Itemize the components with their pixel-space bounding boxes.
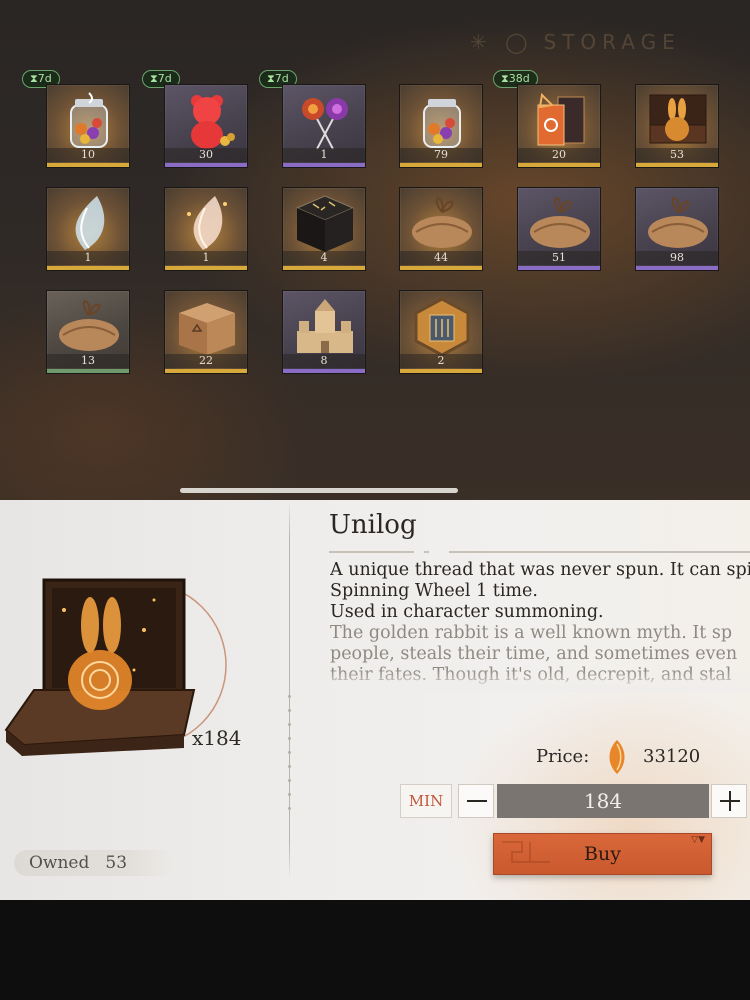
parcel-icon [648,196,708,248]
gummy-bear-icon [191,95,235,149]
rarity-bar [165,369,247,373]
rarity-bar [636,163,718,167]
item-quantity: 4 [283,251,365,265]
storage-slot-sand-castle[interactable]: 8 [282,290,366,374]
music-book-icon [537,92,585,146]
maze-pattern-icon [502,841,550,863]
candy-jar-icon [423,99,461,148]
title-rule [329,551,750,553]
description-line: Spinning Wheel 1 time. [330,581,538,601]
owned-indicator: Owned 53 [14,850,174,876]
scroll-dots [286,695,292,821]
rarity-bar [165,163,247,167]
divider [289,500,290,880]
rabbit-box-icon [649,94,707,144]
buy-button[interactable]: Buy ▽▼ [493,833,712,875]
storage-slot-parcel[interactable]: 13 [46,290,130,374]
hourglass-icon: ⧗ [150,72,158,85]
storage-slot-gummy-bear[interactable]: 30 [164,84,248,168]
buy-label: Buy [584,843,621,865]
rarity-bar [47,266,129,270]
storage-slot-parcel[interactable]: 44 [399,187,483,271]
silver-thread-icon [75,196,105,250]
description-line: A unique thread that was never spun. It … [330,560,750,580]
bottom-bar [0,900,750,1000]
storage-slot-silver-thread[interactable]: 1 [46,187,130,271]
parcel-icon [412,196,472,248]
item-quantity: 30 [165,148,247,162]
item-quantity: 2 [400,354,482,368]
rarity-bar [400,369,482,373]
parcel-icon [530,196,590,248]
owned-label: Owned [29,853,90,873]
golden-thread-icon [187,196,227,250]
rarity-bar [400,266,482,270]
item-quantity: 79 [400,148,482,162]
hourglass-icon: ⧗ [30,72,38,85]
item-name: Unilog [329,510,417,540]
storage-slot-golden-thread[interactable]: 1 [164,187,248,271]
rarity-bar [165,266,247,270]
min-quantity-button[interactable]: MIN [400,784,452,818]
rarity-bar [47,163,129,167]
minus-icon[interactable] [458,784,494,818]
hourglass-icon: ⧗ [501,72,509,85]
storage-panel: ✳ ◯ STORAGE ⧗7d ⧗7d ⧗7d ⧗38d 10 30 1 79 … [0,0,750,500]
amber-gem-icon [609,740,625,774]
storage-slot-hex-emblem[interactable]: 2 [399,290,483,374]
storage-slot-candy-jar[interactable]: 10 [46,84,130,168]
item-quantity: 10 [47,148,129,162]
rune-chest-icon [295,195,355,252]
quantity-field[interactable]: 184 [497,784,709,818]
storage-slot-lollipops[interactable]: 1 [282,84,366,168]
item-quantity: 1 [47,251,129,265]
lore-line: people, steals their time, and sometimes… [330,644,738,664]
rarity-bar [636,266,718,270]
item-quantity: 1 [283,148,365,162]
rarity-bar [283,163,365,167]
home-indicator[interactable] [180,488,458,493]
wooden-crate-icon [179,303,235,355]
storage-slot-candy-jar[interactable]: 79 [399,84,483,168]
item-quantity: 44 [400,251,482,265]
storage-slot-rabbit-box[interactable]: 53 [635,84,719,168]
item-quantity: 98 [636,251,718,265]
candy-jar-icon [70,92,108,148]
storage-slot-parcel[interactable]: 51 [517,187,601,271]
item-quantity: 53 [636,148,718,162]
storage-title: ✳ ◯ STORAGE [470,30,681,54]
price-label: Price: [536,746,590,767]
plus-icon[interactable] [711,784,747,818]
item-quantity: 1 [165,251,247,265]
item-quantity: 51 [518,251,600,265]
description-line: Used in character summoning. [330,602,604,622]
rarity-bar [518,163,600,167]
owned-value: 53 [105,853,128,873]
storage-slot-parcel[interactable]: 98 [635,187,719,271]
lore-line: The golden rabbit is a well known myth. … [330,623,733,643]
item-count-label: x184 [192,726,242,750]
item-quantity: 22 [165,354,247,368]
item-quantity: 8 [283,354,365,368]
item-detail-panel: x184 Owned 53 Unilog A unique thread that… [0,500,750,900]
hex-emblem-icon [414,297,470,357]
corner-triangles-icon: ▽▼ [691,835,705,845]
rarity-bar [400,163,482,167]
rarity-bar [283,369,365,373]
storage-slot-wooden-crate[interactable]: 22 [164,290,248,374]
star-ornament-icon: ✳ ◯ [470,30,534,54]
lollipops-icon [302,98,348,150]
item-quantity: 20 [518,148,600,162]
storage-slot-rune-chest[interactable]: 4 [282,187,366,271]
rarity-bar [47,369,129,373]
item-quantity: 13 [47,354,129,368]
storage-slot-music-box-book[interactable]: 20 [517,84,601,168]
price-value: 33120 [643,746,701,767]
rarity-bar [518,266,600,270]
rarity-bar [283,266,365,270]
description-fade [330,670,750,692]
parcel-icon [59,299,119,351]
hourglass-icon: ⧗ [267,72,275,85]
sand-castle-icon [297,299,353,353]
